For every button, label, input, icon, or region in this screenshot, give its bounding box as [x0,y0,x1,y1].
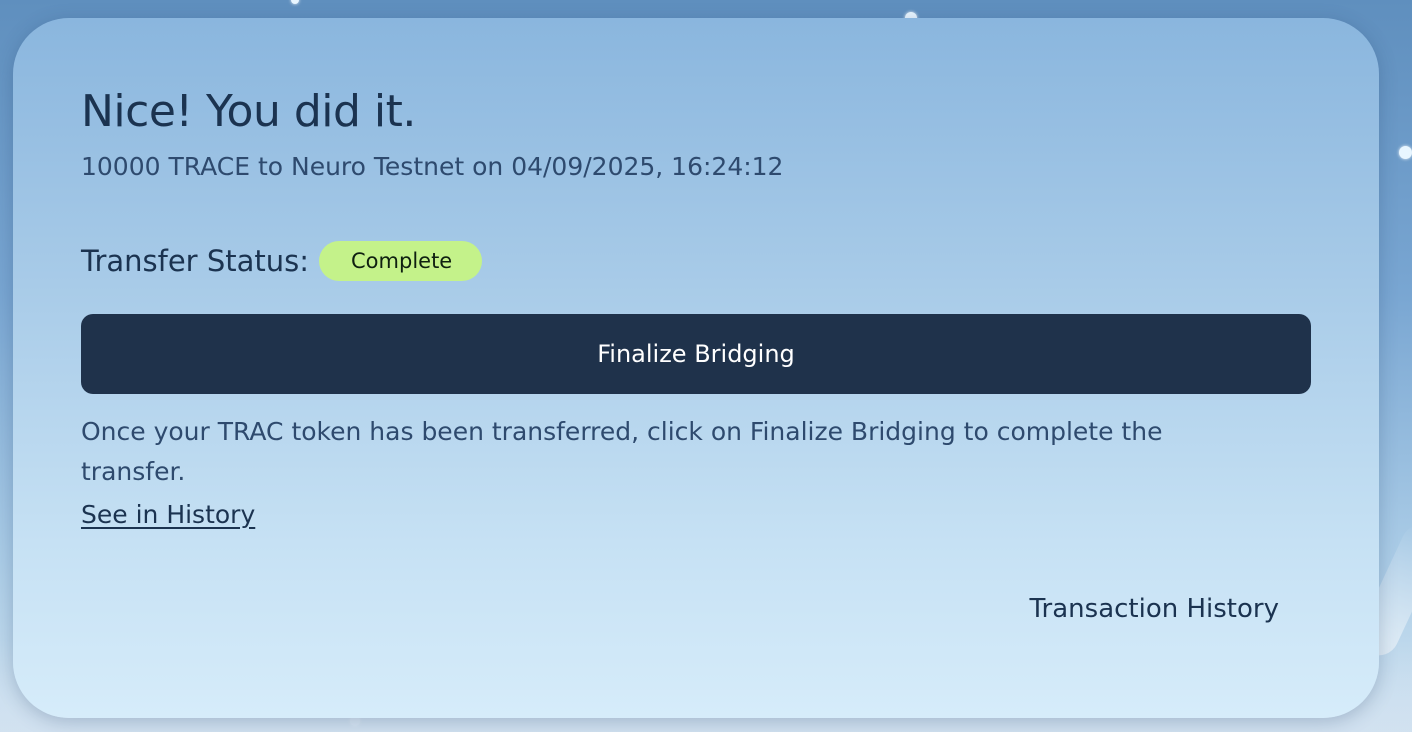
bridge-success-card: Nice! You did it. 10000 TRACE to Neuro T… [13,18,1379,718]
transfer-summary: 10000 TRACE to Neuro Testnet on 04/09/20… [81,152,784,181]
background-sparkle [291,0,299,4]
status-badge: Complete [319,241,483,281]
finalize-hint-text: Once your TRAC token has been transferre… [81,417,1163,486]
see-in-history-link[interactable]: See in History [81,500,255,529]
transfer-status-label: Transfer Status: [81,244,310,278]
success-headline: Nice! You did it. [81,86,416,137]
background-sparkle [1399,146,1412,159]
finalize-bridging-button[interactable]: Finalize Bridging [81,314,1311,394]
transaction-history-link[interactable]: Transaction History [1029,594,1279,624]
transfer-status-row: Transfer Status: Complete [81,240,483,282]
